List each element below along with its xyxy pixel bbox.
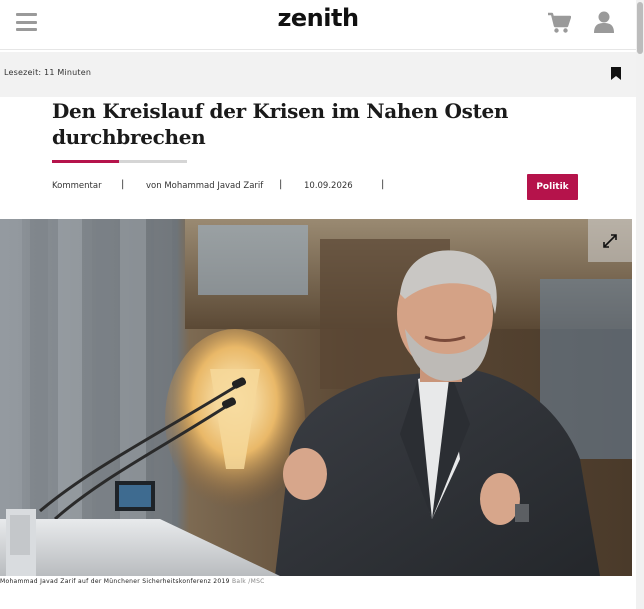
shopping-cart-icon[interactable] bbox=[547, 12, 571, 34]
reading-bar: Lesezeit: 11 Minuten bbox=[0, 52, 636, 97]
article-type: Kommentar bbox=[52, 181, 102, 191]
page-scrollbar[interactable] bbox=[636, 0, 644, 609]
article-author[interactable]: von Mohammad Javad Zarif bbox=[146, 181, 263, 191]
meta-separator: | bbox=[121, 179, 125, 190]
title-divider-accent bbox=[52, 160, 119, 163]
title-divider bbox=[119, 160, 187, 163]
site-logo[interactable]: zenith bbox=[0, 4, 636, 32]
scrollbar-thumb[interactable] bbox=[637, 2, 643, 54]
expand-icon bbox=[603, 233, 617, 248]
page: zenith Lesezeit: 11 Minuten Den Kreislau… bbox=[0, 0, 644, 609]
reading-time: Lesezeit: 11 Minuten bbox=[4, 68, 92, 77]
image-caption: Mohammad Javad Zarif auf der Münchener S… bbox=[0, 578, 265, 585]
caption-text: Mohammad Javad Zarif auf der Münchener S… bbox=[0, 578, 230, 585]
article-hero-image bbox=[0, 219, 632, 576]
article-date: 10.09.2026 bbox=[304, 181, 353, 191]
article-title: Den Kreislauf der Krisen im Nahen Osten … bbox=[52, 99, 509, 149]
user-icon[interactable] bbox=[594, 11, 614, 33]
meta-separator: | bbox=[381, 179, 385, 190]
meta-separator: | bbox=[279, 179, 283, 190]
speaker-photo bbox=[0, 219, 632, 576]
bookmark-icon[interactable] bbox=[611, 67, 621, 80]
category-tag[interactable]: Politik bbox=[527, 174, 578, 200]
image-credit: Balk /MSC bbox=[231, 578, 265, 585]
expand-image-button[interactable] bbox=[588, 219, 632, 262]
site-header: zenith bbox=[0, 0, 636, 50]
